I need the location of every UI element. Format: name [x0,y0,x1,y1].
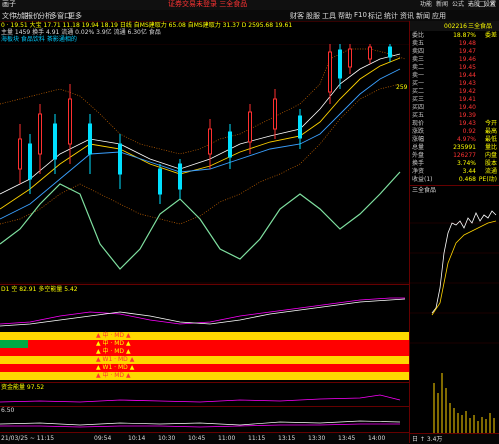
menu-f10[interactable]: F10 [354,11,367,19]
menu-news-right[interactable]: 新闻 [436,1,448,8]
menu-info[interactable]: 资讯 [400,11,414,21]
quote-row: 卖一 19.44 [412,72,476,79]
quote-row: 现价 19.43 今开 [412,120,497,127]
menu-news[interactable]: 新闻 [416,11,430,21]
signal-band-5-tag: ▲ W1 · MD ▲ [96,364,135,371]
price-level-259: 259 [396,84,408,91]
quote-row: 卖四 19.47 [412,48,476,55]
menu-gufu[interactable]: 股服 [306,11,320,21]
quote-row: 换手 3.74% 股本 [412,160,497,167]
menu-mark[interactable]: 标记 [368,11,382,21]
fund-header-text: 资金能量 97.52 [1,384,45,391]
quote-row: 买一 19.43 [412,80,476,87]
time-axis-tick: 13:15 [278,435,296,442]
macd-header-text: D1 空 82.91 多空能量 5.42 [1,286,78,293]
quote-row: 委比 18.87% 委差 [412,32,497,39]
mini-bottom: 日 ↑ 3.4万 [410,433,499,444]
quote-row: 买三 19.41 [412,96,476,103]
volume-chart[interactable] [0,414,409,432]
time-axis-tick: 13:45 [338,435,356,442]
time-axis: 21/03/25 ~ 11:15 09:54 10:14 10:30 10:45… [0,432,409,444]
menu-stats[interactable]: 统计 [384,11,398,21]
fund-chart[interactable] [0,392,409,406]
quote-row: 买二 19.42 [412,88,476,95]
quote-row: 总量 235991 量比 [412,144,497,151]
chart-header-line3: 海板块 食品饮料 茶影通相的 [1,36,77,43]
volume-header-text: 6.50 [1,407,15,414]
window-title: 证券交易未登录 三全食品 [168,0,248,8]
time-axis-tick: 10:14 [128,435,146,442]
quote-row: 卖三 19.46 [412,56,476,63]
signal-band-1: ▲ 中 · MD ▲ [0,332,409,340]
signal-band-1-tag: ▲ 中 · MD ▲ [96,332,131,339]
mini-bottom-text: 日 ↑ 3.4万 [412,436,443,443]
time-axis-tick: 09:54 [94,435,112,442]
time-axis-tick: 14:00 [368,435,386,442]
chart-header-line1: 0 · 19.51 大宝 17.71 11.18 19.94 18.19 日线 … [1,22,293,29]
time-axis-tick: 11:15 [248,435,266,442]
signal-band-5: ▲ W1 · MD ▲ [0,364,409,372]
menu-settings[interactable]: 设置 [484,1,496,8]
signal-band-3-tag: ▲ 中 · MD ▲ [96,348,131,355]
signal-band-6: ▲ 中 · MD ▲ [0,372,409,380]
stock-code: 002216 [444,23,467,30]
time-axis-tick: 10:45 [188,435,206,442]
time-axis-tick: 13:30 [308,435,326,442]
chart-header: 0 · 19.51 大宝 17.71 11.18 19.94 18.19 日线 … [0,22,409,44]
stock-name: 三全食品 [468,23,493,30]
quote-row: 净资 3.44 流通 [412,168,497,175]
signal-band-2-tag: ▲ 中 · MD ▲ [96,340,131,347]
app-name: 画子 [2,0,16,8]
quote-row: 收益(1) 0.468 PE(动) [412,176,497,183]
menu-function-right[interactable]: 功能 [420,1,432,8]
quote-row: 卖五 19.48 [412,40,476,47]
menu-caike[interactable]: 财客 [290,11,304,21]
chart-header-line2: 主量 1459 换手 4.91 流通 0.02% 3.9亿 流通 6.30亿 食… [1,29,161,36]
signal-band-2-marker [0,340,28,348]
menu-help[interactable]: 帮助 [338,11,352,21]
candlestick-chart[interactable] [0,44,409,284]
quote-row: 买四 19.40 [412,104,476,111]
intraday-chart[interactable] [410,193,499,433]
quote-row: 买五 19.39 [412,112,476,119]
time-axis-start: 21/03/25 ~ 11:15 [1,435,55,442]
quote-table: 委比 18.87% 委差 卖五 19.48 卖四 19.47 卖三 19.46 卖二 19.… [410,32,499,183]
menu-formula[interactable]: 公式 [452,1,464,8]
macd-chart[interactable] [0,294,409,332]
signal-band-3: ▲ 中 · MD ▲ [0,348,409,356]
menu-picker[interactable]: 选股 [468,1,480,8]
signal-band-4: ▲ W1 · MD ▲ [0,356,409,364]
signal-band-6-tag: ▲ 中 · MD ▲ [96,372,131,379]
quote-row: 外盘 126277 内盘 [412,152,497,159]
menu-tools[interactable]: 工具 [322,11,336,21]
menu-apps[interactable]: 应用 [432,11,446,21]
time-axis-tick: 10:30 [158,435,176,442]
menu-more[interactable]: 更多 [68,11,82,21]
signal-bands: ▲ 中 · MD ▲ ▲ 中 · MD ▲ ▲ 中 · MD ▲ ▲ W1 · … [0,332,409,380]
quote-panel: 002216 三全食品 委比 18.87% 委差 卖五 19.48 卖四 19.47 卖… [409,21,499,444]
quote-row: 卖二 19.45 [412,64,476,71]
quote-row: 涨跌 0.92 最高 [412,128,497,135]
stock-header: 002216 三全食品 [410,21,499,31]
signal-band-2: ▲ 中 · MD ▲ [0,340,409,348]
signal-band-4-tag: ▲ W1 · MD ▲ [96,356,135,363]
time-axis-tick: 11:00 [218,435,236,442]
quote-row: 涨幅 4.97% 最低 [412,136,497,143]
